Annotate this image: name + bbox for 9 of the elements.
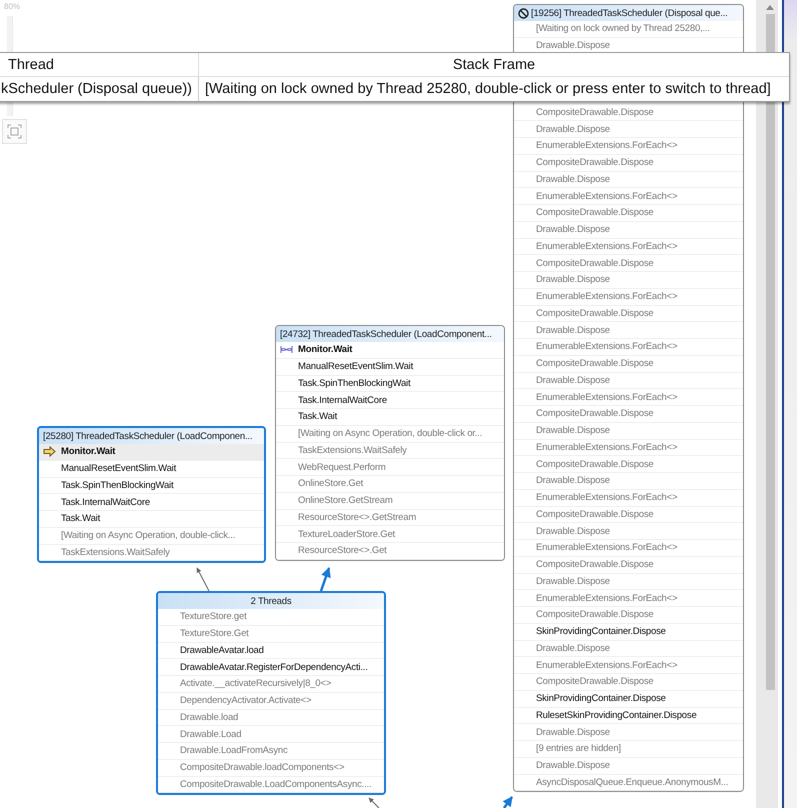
- zoom-level-label: 80%: [4, 2, 20, 11]
- column-header: Stack Frame: [198, 53, 789, 77]
- node-title: [19256] ThreadedTaskScheduler (Disposal que...: [531, 8, 728, 18]
- table-cell: kScheduler (Disposal queue)): [0, 77, 198, 101]
- column-header: Thread: [0, 53, 198, 77]
- table-cell: [Waiting on lock owned by Thread 25280, double-click or press enter to switch to thread]: [198, 77, 789, 101]
- node-title: [25280] ThreadedTaskScheduler (LoadComponen...: [43, 430, 252, 442]
- node-title: 2 Threads: [250, 596, 292, 606]
- node-title: [24732] ThreadedTaskScheduler (LoadComponent...: [280, 328, 492, 340]
